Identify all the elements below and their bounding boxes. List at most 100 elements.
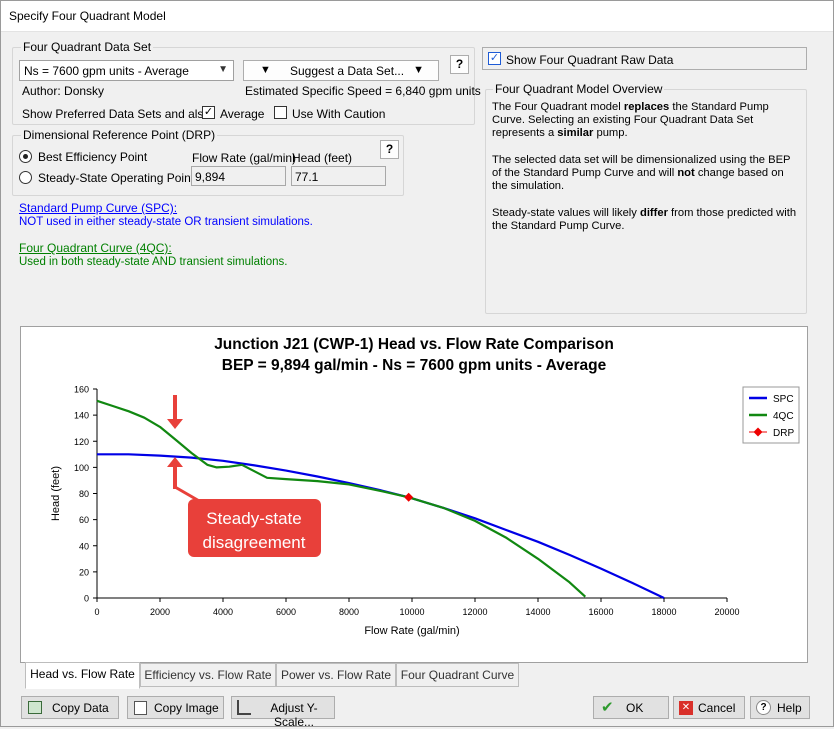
- y-tick-label: 80: [79, 489, 89, 499]
- window-title: Specify Four Quadrant Model: [9, 9, 166, 23]
- spc-description: NOT used in either steady-state OR trans…: [19, 216, 313, 228]
- x-tick-label: 6000: [276, 607, 296, 617]
- head-label: Head (feet): [292, 151, 353, 165]
- head-field[interactable]: 77.1: [291, 166, 386, 186]
- suggest-dataset-button[interactable]: ▼ Suggest a Data Set... ▼: [243, 60, 439, 81]
- bep-label: Best Efficiency Point: [38, 150, 148, 164]
- x-tick-label: 10000: [399, 607, 424, 617]
- table-copy-icon: [28, 701, 42, 714]
- suggest-right-arrow-icon: ▼: [413, 64, 424, 76]
- raw-data-label: Show Four Quadrant Raw Data: [506, 53, 674, 67]
- x-icon: ✕: [679, 701, 693, 715]
- copy-data-label: Copy Data: [52, 701, 109, 715]
- chart-panel: Junction J21 (CWP-1) Head vs. Flow Rate …: [20, 326, 808, 663]
- annotation-arrow-up-head: [167, 457, 183, 467]
- cancel-label: Cancel: [698, 701, 736, 715]
- dataset-help-button[interactable]: ?: [450, 55, 469, 74]
- dataset-help-icon: ?: [455, 57, 464, 71]
- x-tick-label: 18000: [651, 607, 676, 617]
- x-tick-label: 4000: [213, 607, 233, 617]
- flow-rate-label: Flow Rate (gal/min): [192, 151, 297, 165]
- x-tick-label: 2000: [150, 607, 170, 617]
- chart-scale-icon: [237, 700, 251, 715]
- image-copy-icon: [134, 701, 147, 715]
- average-checkbox[interactable]: ✓: [202, 106, 215, 119]
- y-tick-label: 140: [74, 411, 89, 421]
- flow-rate-value: 9,894: [195, 170, 226, 184]
- legend-label-4qc: 4QC: [773, 411, 794, 422]
- series-line-spc: [97, 453, 665, 599]
- suggest-left-arrow-icon: ▼: [260, 64, 271, 76]
- ok-button[interactable]: ✔ OK: [593, 696, 669, 719]
- head-flow-chart: Junction J21 (CWP-1) Head vs. Flow Rate …: [50, 336, 800, 637]
- show-preferred-label: Show Preferred Data Sets and also:: [22, 107, 214, 121]
- drp-marker: [404, 492, 414, 502]
- chart-subtitle: BEP = 9,894 gal/min - Ns = 7600 gpm unit…: [222, 357, 607, 374]
- annotation-line-2: disagreement: [202, 533, 305, 552]
- y-tick-label: 120: [74, 437, 89, 447]
- x-tick-label: 8000: [339, 607, 359, 617]
- dataset-select[interactable]: Ns = 7600 gpm units - Average ▼: [19, 60, 234, 81]
- copy-image-label: Copy Image: [154, 701, 219, 715]
- question-icon: ?: [756, 700, 771, 715]
- legend-label-spc: SPC: [773, 394, 794, 405]
- head-value: 77.1: [295, 170, 319, 184]
- chevron-down-icon: ▼: [218, 64, 228, 75]
- tab-efficiency-vs-flow[interactable]: Efficiency vs. Flow Rate: [140, 663, 276, 687]
- overview-text: The Four Quadrant model replaces the Sta…: [492, 101, 802, 247]
- x-tick-label: 12000: [462, 607, 487, 617]
- overview-title: Four Quadrant Model Overview: [493, 82, 665, 96]
- steady-state-radio[interactable]: [19, 171, 32, 184]
- y-tick-label: 20: [79, 567, 89, 577]
- dataset-group-title: Four Quadrant Data Set: [21, 40, 154, 54]
- tab-head-vs-flow[interactable]: Head vs. Flow Rate: [25, 662, 140, 689]
- y-tick-label: 100: [74, 463, 89, 473]
- raw-data-checkbox[interactable]: ✓: [488, 52, 501, 65]
- fqc-link[interactable]: Four Quadrant Curve (4QC):: [19, 241, 172, 255]
- y-tick-label: 40: [79, 541, 89, 551]
- average-label: Average: [220, 107, 265, 121]
- title-bar: Specify Four Quadrant Model: [0, 0, 834, 32]
- fqc-description: Used in both steady-state AND transient …: [19, 256, 288, 268]
- x-tick-label: 0: [94, 607, 99, 617]
- dataset-select-value: Ns = 7600 gpm units - Average: [24, 64, 189, 78]
- specific-speed-text: Estimated Specific Speed = 6,840 gpm uni…: [245, 84, 481, 98]
- use-with-caution-checkbox[interactable]: [274, 106, 287, 119]
- chart-title: Junction J21 (CWP-1) Head vs. Flow Rate …: [214, 336, 614, 353]
- adjust-y-scale-label: Adjust Y-Scale...: [270, 701, 318, 729]
- annotation-line-1: Steady-state: [206, 509, 301, 528]
- bep-radio[interactable]: [19, 150, 32, 163]
- drp-help-button[interactable]: ?: [380, 140, 399, 159]
- ok-label: OK: [626, 701, 644, 715]
- annotation-arrow-down-head: [167, 419, 183, 429]
- steady-state-label: Steady-State Operating Point: [38, 171, 195, 185]
- copy-image-button[interactable]: Copy Image: [127, 696, 224, 719]
- legend-label-drp: DRP: [773, 428, 794, 439]
- x-tick-label: 14000: [525, 607, 550, 617]
- tab-power-vs-flow[interactable]: Power vs. Flow Rate: [276, 663, 396, 687]
- y-tick-label: 0: [84, 594, 89, 604]
- x-tick-label: 20000: [714, 607, 739, 617]
- check-icon: ✔: [601, 699, 614, 716]
- copy-data-button[interactable]: Copy Data: [21, 696, 119, 719]
- overview-paragraph-1: The Four Quadrant model replaces the Sta…: [492, 101, 769, 139]
- y-tick-label: 60: [79, 515, 89, 525]
- y-axis-label: Head (feet): [50, 466, 62, 521]
- x-axis-label: Flow Rate (gal/min): [364, 625, 459, 637]
- tab-four-quadrant-curve[interactable]: Four Quadrant Curve: [396, 663, 519, 687]
- cancel-button[interactable]: ✕ Cancel: [673, 696, 745, 719]
- overview-paragraph-2: The selected data set will be dimensiona…: [492, 154, 791, 192]
- adjust-y-scale-button[interactable]: Adjust Y-Scale...: [231, 696, 335, 729]
- drp-help-icon: ?: [385, 142, 394, 156]
- spc-link[interactable]: Standard Pump Curve (SPC):: [19, 201, 177, 215]
- help-label: Help: [777, 701, 802, 715]
- suggest-dataset-label: Suggest a Data Set...: [290, 64, 405, 78]
- flow-rate-field[interactable]: 9,894: [191, 166, 286, 186]
- author-text: Author: Donsky: [22, 84, 105, 98]
- help-button[interactable]: ? Help: [750, 696, 810, 719]
- use-with-caution-label: Use With Caution: [292, 107, 386, 121]
- drp-group-title: Dimensional Reference Point (DRP): [21, 128, 218, 142]
- overview-paragraph-3: Steady-state values will likely differ f…: [492, 207, 797, 232]
- y-tick-label: 160: [74, 385, 89, 395]
- series-line-4qc: [96, 399, 587, 598]
